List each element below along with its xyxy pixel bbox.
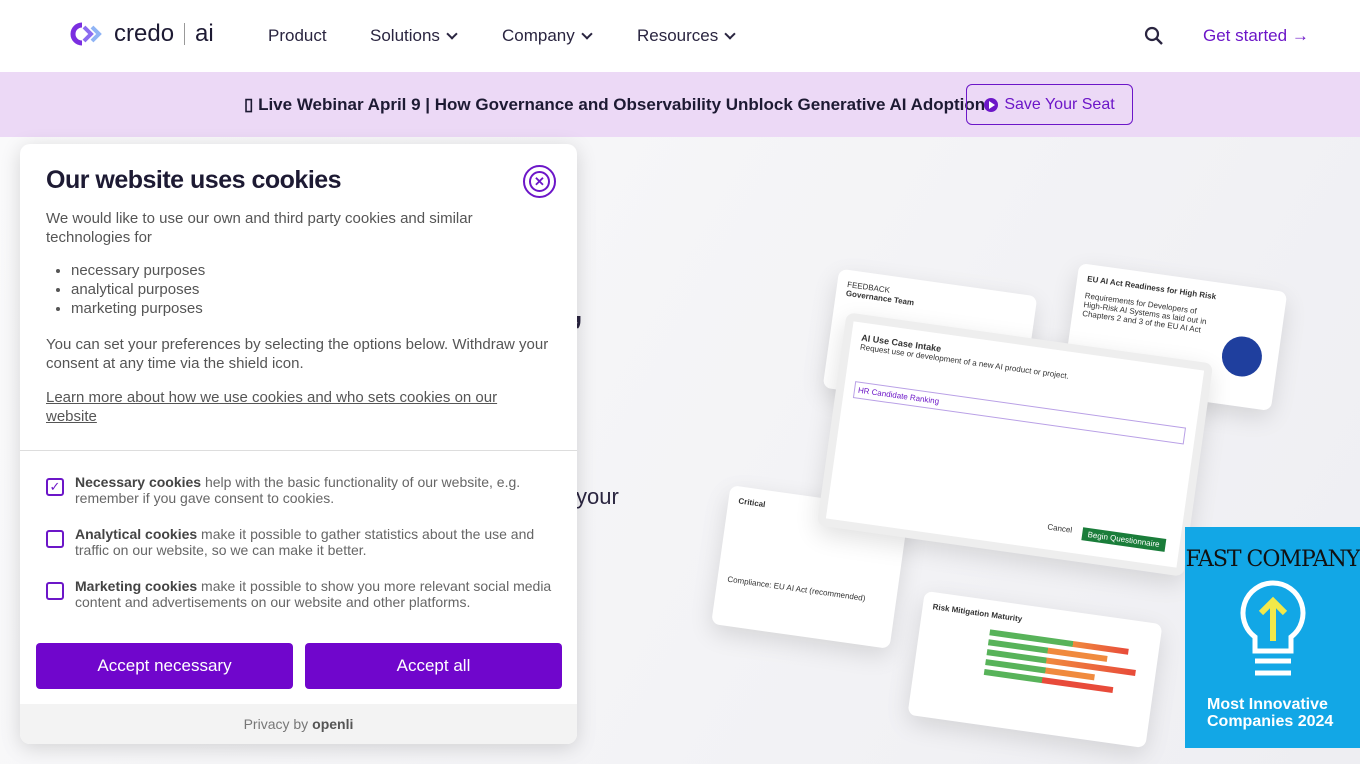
- card-title: Critical: [737, 496, 766, 510]
- accept-necessary-button[interactable]: Accept necessary: [36, 643, 293, 689]
- marketing-checkbox[interactable]: [46, 582, 64, 600]
- cookie-title: Our website uses cookies: [46, 166, 342, 194]
- cookie-prefs-text: You can set your preferences by selectin…: [46, 336, 549, 372]
- option-name: Necessary cookies: [75, 474, 202, 490]
- fast-company-award: Most Innovative Companies 2024: [1207, 696, 1334, 730]
- purpose-item: analytical purposes: [71, 280, 551, 299]
- purpose-item: marketing purposes: [71, 299, 551, 318]
- option-name: Analytical cookies: [75, 526, 198, 542]
- nav-label: Resources: [637, 26, 719, 45]
- necessary-cookies-option: ✓ Necessary cookies help with the basic f…: [46, 474, 556, 506]
- analytical-cookies-option: Analytical cookies make it possible to g…: [46, 526, 556, 558]
- logo-text: credo: [114, 20, 175, 47]
- cookie-consent-dialog: Our website uses cookies ✕ We would like…: [20, 144, 577, 744]
- banner-text: ▯ Live Webinar April 9 | How Governance …: [244, 95, 986, 114]
- privacy-by-text: Privacy by: [243, 716, 309, 732]
- save-seat-button[interactable]: Save Your Seat: [966, 84, 1133, 125]
- purpose-list: necessary purposes analytical purposes m…: [46, 261, 551, 318]
- fast-company-badge: FAST COMPANY Most Innovative Companies 2…: [1185, 527, 1360, 748]
- nav-label: Solutions: [370, 26, 440, 45]
- nav-label: Product: [268, 26, 327, 45]
- marketing-cookies-option: Marketing cookies make it possible to sh…: [46, 578, 556, 610]
- chevron-down-icon: [581, 28, 593, 40]
- privacy-footer: Privacy by openli: [20, 704, 577, 744]
- card-title: Risk Mitigation Maturity: [932, 602, 1023, 624]
- hero-text-fragment: your: [576, 484, 619, 509]
- play-icon: [984, 97, 999, 112]
- nav-resources[interactable]: Resources: [637, 26, 736, 46]
- nav-solutions[interactable]: Solutions: [370, 26, 458, 46]
- accept-all-button[interactable]: Accept all: [305, 643, 562, 689]
- lightbulb-icon: [1240, 580, 1306, 676]
- top-nav: credo ai Product Solutions Company Resou…: [0, 0, 1360, 72]
- close-button[interactable]: ✕: [523, 165, 556, 198]
- credo-logo-icon: [70, 22, 102, 46]
- chevron-down-icon: [724, 28, 736, 40]
- logo-divider: [184, 23, 186, 45]
- option-name: Marketing cookies: [75, 578, 198, 594]
- logo[interactable]: credo ai: [68, 20, 214, 48]
- purpose-item: necessary purposes: [71, 261, 551, 280]
- card-text: Compliance: EU AI Act (recommended): [726, 574, 866, 603]
- nav-product[interactable]: Product: [268, 26, 327, 46]
- necessary-checkbox[interactable]: ✓: [46, 478, 64, 496]
- nav-company[interactable]: Company: [502, 26, 593, 46]
- search-icon[interactable]: [1144, 26, 1164, 46]
- close-icon: ✕: [529, 171, 550, 192]
- analytical-checkbox[interactable]: [46, 530, 64, 548]
- get-started-link[interactable]: Get started →: [1203, 26, 1309, 46]
- learn-more-link[interactable]: Learn more about how we use cookies and …: [46, 389, 497, 425]
- eu-flag-icon: [1219, 333, 1265, 380]
- cookie-intro: We would like to use our own and third p…: [46, 210, 473, 246]
- fast-company-logo: FAST COMPANY: [1185, 547, 1360, 572]
- provider-logo[interactable]: openli: [312, 716, 353, 732]
- use-case-field: HR Candidate Ranking: [852, 381, 1187, 445]
- nav-label: Company: [502, 26, 575, 45]
- chevron-down-icon: [446, 28, 458, 40]
- cancel-button: Cancel: [1046, 522, 1073, 535]
- logo-suffix: ai: [195, 20, 214, 47]
- divider: [20, 450, 577, 451]
- button-label: Save Your Seat: [1004, 95, 1115, 113]
- begin-button: Begin Questionnaire: [1080, 527, 1167, 552]
- risk-card: Risk Mitigation Maturity: [907, 590, 1163, 749]
